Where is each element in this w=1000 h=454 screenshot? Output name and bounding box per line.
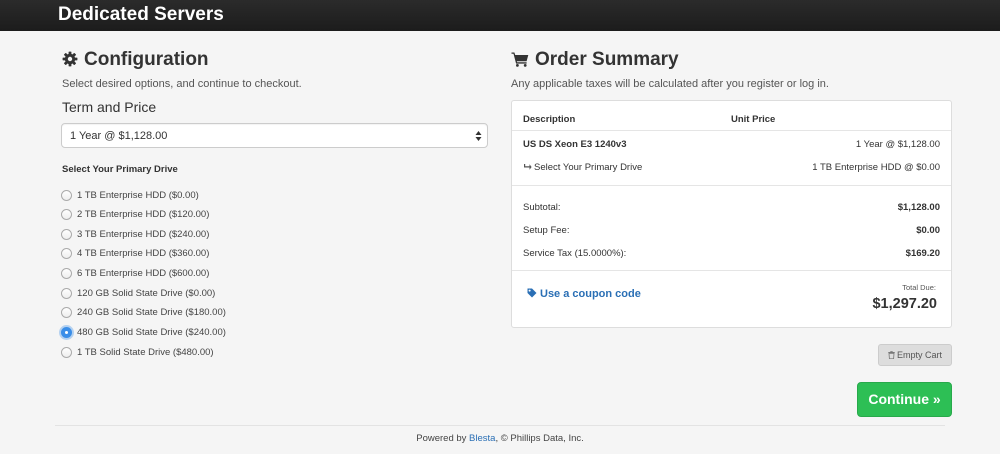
tag-icon xyxy=(527,288,537,298)
subtotal-value: $1,128.00 xyxy=(897,202,940,213)
drive-option-label: 4 TB Enterprise HDD ($360.00) xyxy=(77,248,210,259)
blesta-link[interactable]: Blesta xyxy=(469,433,495,444)
radio-button[interactable] xyxy=(61,307,72,318)
drive-option-label: 240 GB Solid State Drive ($180.00) xyxy=(77,307,226,318)
gear-icon xyxy=(62,51,78,67)
setup-fee-value: $0.00 xyxy=(916,225,940,236)
top-bar: Dedicated Servers xyxy=(0,0,1000,31)
radio-button[interactable] xyxy=(61,190,72,201)
trash-icon xyxy=(888,351,895,360)
footer-divider xyxy=(55,425,945,426)
select-arrows-icon xyxy=(475,131,482,141)
drive-option-label: 480 GB Solid State Drive ($240.00) xyxy=(77,327,226,338)
column-header-description: Description xyxy=(523,114,576,125)
drive-option-label: 120 GB Solid State Drive ($0.00) xyxy=(77,288,216,299)
continue-button[interactable]: Continue » xyxy=(857,382,952,417)
order-summary-panel: Description Unit Price US DS Xeon E3 124… xyxy=(511,100,952,328)
divider xyxy=(512,130,951,131)
column-header-unit-price: Unit Price xyxy=(731,114,776,125)
page-title: Dedicated Servers xyxy=(58,4,224,25)
configuration-heading-text: Configuration xyxy=(84,49,209,70)
footer-suffix: , © Phillips Data, Inc. xyxy=(495,433,584,444)
order-summary-heading: Order Summary xyxy=(511,50,679,70)
radio-button[interactable] xyxy=(61,248,72,259)
item-price: 1 Year @ $1,128.00 xyxy=(855,139,940,150)
coupon-link-label: Use a coupon code xyxy=(540,288,641,300)
drive-option-label: 6 TB Enterprise HDD ($600.00) xyxy=(77,268,210,279)
configuration-subtitle: Select desired options, and continue to … xyxy=(62,78,302,90)
cart-icon xyxy=(511,52,529,67)
total-due-label: Total Due: xyxy=(902,283,936,292)
radio-button[interactable] xyxy=(61,268,72,279)
radio-button-checked[interactable] xyxy=(61,327,72,338)
drive-option-label: 1 TB Solid State Drive ($480.00) xyxy=(77,347,214,358)
item-name: US DS Xeon E3 1240v3 xyxy=(523,139,627,150)
item-option-price: 1 TB Enterprise HDD @ $0.00 xyxy=(812,162,940,173)
term-price-label: Term and Price xyxy=(62,99,157,115)
item-option: Select Your Primary Drive xyxy=(523,162,642,173)
reply-arrow-icon xyxy=(524,164,532,170)
tax-value: $169.20 xyxy=(905,248,940,259)
divider xyxy=(512,185,951,186)
radio-button[interactable] xyxy=(61,229,72,240)
order-summary-heading-text: Order Summary xyxy=(535,49,679,70)
tax-label: Service Tax (15.0000%): xyxy=(523,248,627,259)
coupon-link[interactable]: Use a coupon code xyxy=(527,288,641,300)
empty-cart-button[interactable]: Empty Cart xyxy=(878,344,952,366)
setup-fee-label: Setup Fee: xyxy=(523,225,570,236)
footer-prefix: Powered by xyxy=(416,433,470,444)
radio-button[interactable] xyxy=(61,209,72,220)
item-option-label: Select Your Primary Drive xyxy=(534,162,643,173)
term-price-select[interactable]: 1 Year @ $1,128.00 xyxy=(61,123,488,148)
total-due-value: $1,297.20 xyxy=(872,296,937,312)
configuration-heading: Configuration xyxy=(62,50,209,70)
footer: Powered by Blesta, © Phillips Data, Inc. xyxy=(0,433,1000,444)
drive-option-label: 2 TB Enterprise HDD ($120.00) xyxy=(77,209,210,220)
empty-cart-label: Empty Cart xyxy=(896,350,942,360)
drive-option-label: 1 TB Enterprise HDD ($0.00) xyxy=(77,190,199,201)
order-summary-subtitle: Any applicable taxes will be calculated … xyxy=(511,78,829,90)
subtotal-label: Subtotal: xyxy=(523,202,561,213)
radio-button[interactable] xyxy=(61,288,72,299)
term-price-value: 1 Year @ $1,128.00 xyxy=(70,130,168,142)
continue-label: Continue » xyxy=(868,391,941,407)
divider xyxy=(512,270,951,271)
radio-button[interactable] xyxy=(61,347,72,358)
primary-drive-label: Select Your Primary Drive xyxy=(62,164,178,175)
drive-option-label: 3 TB Enterprise HDD ($240.00) xyxy=(77,229,210,240)
